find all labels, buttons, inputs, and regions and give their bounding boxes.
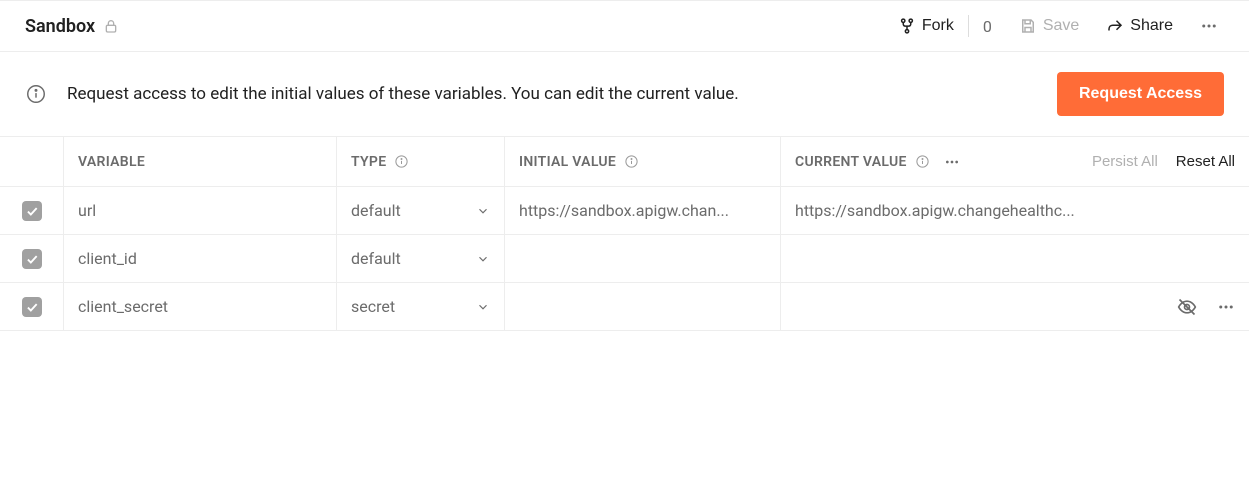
variable-name: client_secret [78,297,168,316]
current-value-options-button[interactable] [938,148,966,176]
variable-name-cell[interactable]: url [64,187,337,234]
header-checkbox-col [0,137,64,186]
checkbox-checked-icon[interactable] [22,249,42,269]
fork-label: Fork [922,17,954,35]
divider [968,15,969,37]
info-icon [25,83,47,105]
dots-icon [1200,17,1218,35]
row-checkbox-cell [0,283,64,330]
chevron-down-icon [476,300,490,314]
header-initial: INITIAL VALUE [505,137,781,186]
fork-count: 0 [977,17,998,36]
variable-name-cell[interactable]: client_id [64,235,337,282]
chevron-down-icon [476,252,490,266]
header-variable: VARIABLE [64,137,337,186]
save-button: Save [1013,13,1085,39]
variable-type-cell[interactable]: default [337,187,505,234]
header: Sandbox Fork 0 [0,0,1249,52]
info-icon[interactable] [394,154,409,169]
info-icon[interactable] [915,154,930,169]
persist-all-button[interactable]: Persist All [1092,153,1158,170]
fork-button[interactable]: Fork [892,13,960,39]
table-header-row: VARIABLE TYPE INITIAL VALUE CURRENT VALU… [0,137,1249,187]
type-value: default [351,249,401,268]
table-row: client_secret secret [0,283,1249,331]
save-label: Save [1043,17,1079,35]
fork-group: Fork 0 [892,13,998,39]
banner-left: Request access to edit the initial value… [25,83,739,105]
current-value-cell[interactable] [781,235,1249,282]
row-checkbox-cell [0,235,64,282]
initial-value: https://sandbox.apigw.chan... [519,201,766,220]
initial-value-cell [505,235,781,282]
more-actions-button[interactable] [1194,11,1224,41]
header-left: Sandbox [25,16,119,37]
type-value: default [351,201,401,220]
request-access-button[interactable]: Request Access [1057,72,1224,116]
header-type: TYPE [337,137,505,186]
banner-text: Request access to edit the initial value… [67,84,739,104]
info-icon[interactable] [624,154,639,169]
current-value: https://sandbox.apigw.changehealthc... [795,201,1235,220]
variable-type-cell[interactable]: secret [337,283,505,330]
dots-icon[interactable] [1217,298,1235,316]
initial-value-cell: https://sandbox.apigw.chan... [505,187,781,234]
save-icon [1019,17,1037,35]
reset-all-button[interactable]: Reset All [1176,153,1235,170]
table-row: url default https://sandbox.apigw.chan..… [0,187,1249,235]
variables-table: VARIABLE TYPE INITIAL VALUE CURRENT VALU… [0,136,1249,331]
current-value-cell[interactable]: https://sandbox.apigw.changehealthc... [781,187,1249,234]
eye-off-icon[interactable] [1177,297,1197,317]
row-checkbox-cell [0,187,64,234]
dots-icon [944,154,960,170]
type-value: secret [351,297,395,316]
share-icon [1106,17,1124,35]
variable-name: client_id [78,249,137,268]
share-label: Share [1130,17,1173,35]
checkbox-checked-icon[interactable] [22,201,42,221]
chevron-down-icon [476,204,490,218]
initial-value-cell [505,283,781,330]
lock-icon [103,18,119,34]
header-current: CURRENT VALUE Persist All Reset All [781,137,1249,186]
current-value-cell[interactable] [781,283,1249,330]
checkbox-checked-icon[interactable] [22,297,42,317]
variable-type-cell[interactable]: default [337,235,505,282]
access-banner: Request access to edit the initial value… [0,52,1249,136]
fork-icon [898,17,916,35]
variable-name: url [78,201,96,220]
header-actions: Fork 0 Save Share [892,11,1224,41]
variable-name-cell[interactable]: client_secret [64,283,337,330]
table-row: client_id default [0,235,1249,283]
environment-title: Sandbox [25,16,95,37]
share-button[interactable]: Share [1100,13,1179,39]
